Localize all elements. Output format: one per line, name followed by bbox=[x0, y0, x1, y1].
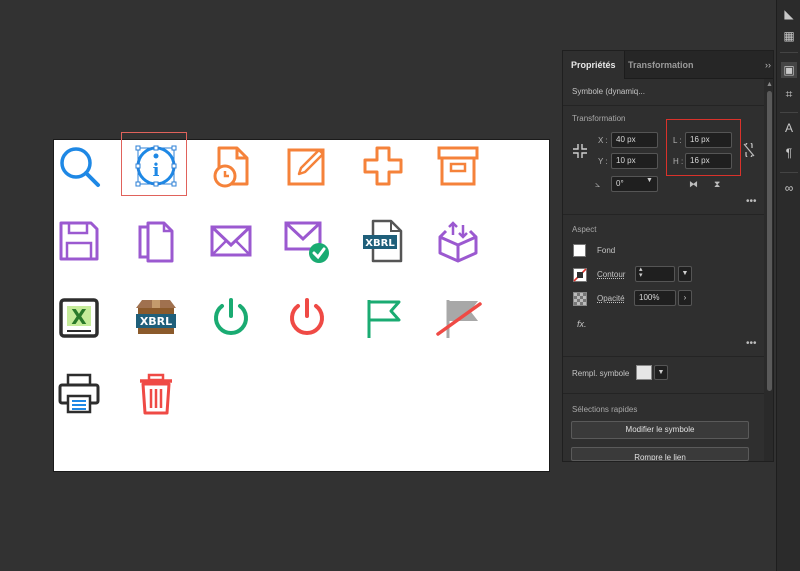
aspect-section-title: Aspect bbox=[572, 225, 597, 234]
x-field[interactable]: 40 px bbox=[611, 132, 658, 148]
divider bbox=[780, 52, 798, 53]
xbrl-box-icon[interactable]: XBRL bbox=[133, 295, 179, 341]
symbol-fill-label: Rempl. symbole bbox=[572, 369, 630, 378]
stroke-label[interactable]: Contour bbox=[597, 270, 625, 279]
archive-icon[interactable] bbox=[435, 143, 481, 189]
panel-tabs: Propriétés Transformation ›› bbox=[563, 51, 773, 79]
properties-panel: Propriétés Transformation ›› ▲ Symbole (… bbox=[562, 50, 774, 462]
power-green-icon[interactable] bbox=[208, 295, 254, 341]
symbol-fill-swatch[interactable] bbox=[636, 365, 652, 380]
x-label: X : bbox=[598, 136, 608, 145]
mail-check-icon[interactable] bbox=[284, 218, 330, 264]
properties-panel-icon[interactable]: ▣ bbox=[781, 62, 797, 78]
tab-transformation[interactable]: Transformation bbox=[620, 51, 702, 79]
artboard[interactable]: i XBRL X XBRL bbox=[53, 132, 550, 472]
divider bbox=[563, 214, 764, 215]
flip-horizontal-icon[interactable]: ⧓ bbox=[689, 179, 698, 190]
stroke-dropdown-icon[interactable]: ▼ bbox=[678, 266, 692, 282]
search-icon[interactable] bbox=[56, 143, 102, 189]
opacity-expand-icon[interactable]: › bbox=[678, 290, 692, 306]
excel-letter: X bbox=[71, 305, 87, 329]
power-red-icon[interactable] bbox=[284, 295, 330, 341]
link-proportions-icon[interactable] bbox=[743, 143, 755, 157]
selection-highlight bbox=[121, 132, 187, 196]
printer-icon[interactable] bbox=[56, 371, 102, 417]
angle-icon: ⦣ bbox=[595, 179, 601, 189]
y-label: Y : bbox=[598, 157, 608, 166]
box-upload-icon[interactable] bbox=[435, 218, 481, 264]
quick-actions-title: Sélections rapides bbox=[572, 405, 638, 414]
creative-cloud-icon[interactable]: ∞ bbox=[781, 180, 797, 196]
transform-panel-icon[interactable]: ⌗ bbox=[781, 86, 797, 102]
document-clock-icon[interactable] bbox=[208, 143, 254, 189]
symbol-fill-dropdown-icon[interactable]: ▼ bbox=[654, 365, 668, 380]
y-field[interactable]: 10 px bbox=[611, 153, 658, 169]
fill-label: Fond bbox=[597, 246, 616, 255]
opacity-field[interactable]: 100% bbox=[634, 290, 676, 306]
angle-dropdown-icon[interactable]: ▼ bbox=[646, 177, 653, 184]
paragraph-style-icon[interactable]: ¶ bbox=[781, 145, 797, 161]
save-icon[interactable] bbox=[56, 218, 102, 264]
mail-icon[interactable] bbox=[208, 218, 254, 264]
edit-symbol-button[interactable]: Modifier le symbole bbox=[571, 421, 749, 439]
xbrl-box-label: XBRL bbox=[140, 315, 172, 328]
fill-swatch[interactable] bbox=[573, 244, 586, 257]
grid-tool-icon[interactable]: ▦ bbox=[781, 28, 797, 44]
shape-tool-icon[interactable]: ◣ bbox=[781, 6, 797, 22]
opacity-icon bbox=[573, 292, 587, 306]
character-style-icon[interactable]: A bbox=[781, 120, 797, 136]
xbrl-file-label: XBRL bbox=[365, 238, 395, 249]
object-type-label: Symbole (dynamiq... bbox=[572, 87, 645, 96]
transformation-section-title: Transformation bbox=[572, 114, 626, 123]
flag-icon[interactable] bbox=[360, 295, 406, 341]
divider bbox=[780, 112, 798, 113]
scroll-thumb[interactable] bbox=[767, 91, 772, 391]
flag-off-icon[interactable] bbox=[435, 295, 482, 341]
right-toolstrip: ◣ ▦ ▣ ⌗ A ¶ ∞ bbox=[776, 0, 800, 571]
panel-menu-icon[interactable]: ›› bbox=[765, 60, 771, 70]
excel-icon[interactable]: X bbox=[56, 295, 102, 341]
plus-icon[interactable] bbox=[360, 143, 406, 189]
divider bbox=[780, 172, 798, 173]
size-highlight bbox=[666, 119, 741, 176]
divider bbox=[563, 356, 764, 357]
divider bbox=[563, 393, 764, 394]
trash-icon[interactable] bbox=[133, 371, 179, 417]
break-link-button[interactable]: Rompre le lien bbox=[571, 447, 749, 461]
panel-scrollbar[interactable]: ▲ bbox=[764, 79, 773, 461]
stroke-stepper-icon[interactable]: ▴ ▾ bbox=[639, 266, 643, 279]
edit-icon[interactable] bbox=[284, 143, 330, 189]
stroke-swatch[interactable] bbox=[573, 268, 587, 282]
tab-properties[interactable]: Propriétés bbox=[563, 51, 625, 79]
xbrl-file-icon[interactable]: XBRL bbox=[360, 218, 406, 264]
opacity-label[interactable]: Opacité bbox=[597, 294, 625, 303]
copy-icon[interactable] bbox=[133, 218, 179, 264]
illustrator-workspace: i XBRL X XBRL Propriétés Transformation … bbox=[0, 0, 800, 571]
aspect-more-button[interactable]: ••• bbox=[746, 338, 757, 349]
divider bbox=[563, 105, 764, 106]
flip-vertical-icon[interactable]: ⧗ bbox=[714, 179, 720, 190]
scroll-up-icon[interactable]: ▲ bbox=[766, 81, 773, 88]
reference-point-icon[interactable] bbox=[572, 143, 588, 159]
transformation-more-button[interactable]: ••• bbox=[746, 196, 757, 207]
effects-fx-button[interactable]: fx. bbox=[577, 319, 587, 329]
